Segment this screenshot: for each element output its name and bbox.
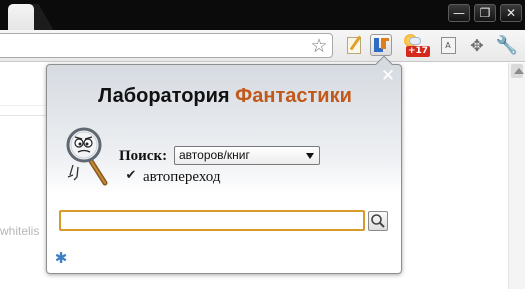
fantlab-popup: ✕ Лаборатория Фантастики Поиск: авторов/… [46,55,403,274]
title-bar: — ❐ ✕ [0,0,525,30]
fantlab-logo-glyph [373,37,389,53]
close-icon[interactable]: ✕ [380,68,396,85]
close-window-button[interactable]: ✕ [500,4,522,22]
wrench-icon[interactable]: 🔧 [496,34,518,56]
notepad-pencil-icon[interactable] [343,34,365,56]
browser-toolbar: ☆ +17 A ✥ 🔧 [0,30,525,62]
page-background-text: whitelis [0,224,40,238]
title-part-fantasy: Фантастики [235,85,352,107]
page-divider [0,115,48,116]
cloud-icon [409,37,421,45]
search-icon [371,214,385,228]
notepad-glyph [347,36,361,54]
autojump-label: автопереход [143,169,221,185]
search-input[interactable] [59,210,365,231]
minimize-button[interactable]: — [448,4,470,22]
scroll-up-arrow-icon [514,68,524,74]
search-label: Поиск: [119,148,168,164]
search-button[interactable] [368,211,388,231]
translate-glyph: A [440,36,456,54]
weather-sun-cloud-icon[interactable]: +17 [400,34,431,57]
gear-icon[interactable]: ✱ [54,251,68,266]
search-scope-select[interactable]: авторов/книг [174,146,320,165]
address-bar[interactable]: ☆ [0,33,333,58]
bookmark-star-icon[interactable]: ☆ [309,35,329,57]
title-part-laboratory: Лаборатория [98,85,230,107]
popup-title: Лаборатория Фантастики [47,85,403,108]
search-scope-value: авторов/книг [179,148,250,162]
autojump-checkbox[interactable]: ✔ [125,169,137,182]
page-scrollbar[interactable] [508,63,525,289]
browser-tab[interactable] [8,4,34,30]
magnifier-mascot-icon [66,127,108,186]
temperature-badge: +17 [406,46,431,57]
scroll-up-button[interactable] [511,64,524,78]
page-divider [0,105,48,106]
chevron-down-icon [306,153,314,159]
move-arrows-icon[interactable]: ✥ [466,34,488,56]
fantlab-logo-icon[interactable] [370,34,392,56]
restore-button[interactable]: ❐ [474,4,496,22]
translate-document-icon[interactable]: A [437,34,459,56]
